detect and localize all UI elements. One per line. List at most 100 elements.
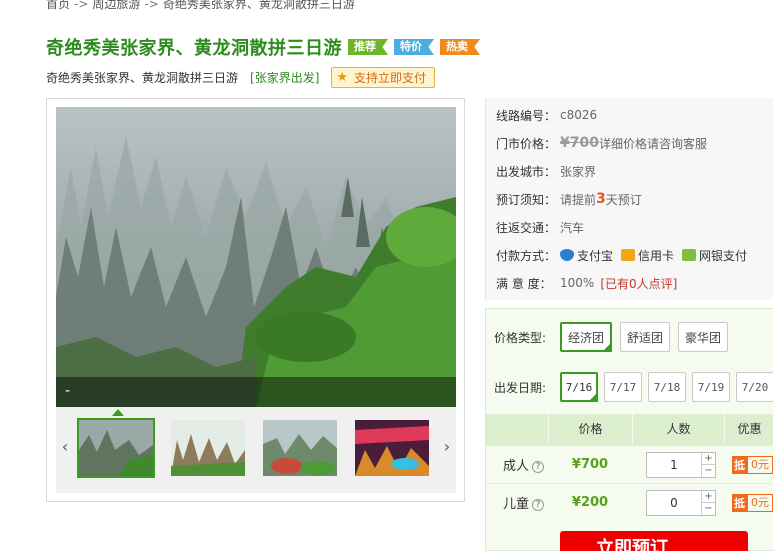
transport-value: 汽车	[560, 220, 585, 235]
route-number-value: c8026	[560, 108, 598, 122]
date-option[interactable]: 7/17	[604, 372, 642, 402]
booking-note-post: 天预订	[605, 192, 642, 207]
thumbnail-strip: ‹ ›	[56, 407, 456, 493]
title-row: 奇绝秀美张家界、黄龙洞散拼三日游 推荐 特价 热卖	[46, 36, 480, 59]
stepper-buttons: + −	[701, 490, 715, 515]
payment-alipay: 支付宝	[577, 248, 614, 263]
row-qty-cell: 1 + −	[632, 451, 724, 478]
row-price-cell: ¥700	[548, 457, 632, 472]
breadcrumb-category[interactable]: 周边旅游	[92, 0, 140, 11]
table-row: 儿童? ¥200 0 + − 抵 0元	[486, 483, 773, 521]
discount-badge: 抵 0元	[732, 455, 773, 474]
minus-icon[interactable]: −	[702, 502, 715, 515]
page-title: 奇绝秀美张家界、黄龙洞散拼三日游	[46, 38, 342, 59]
tag-recommended: 推荐	[348, 39, 388, 55]
alipay-shield-icon	[560, 249, 574, 261]
pay-now-badge: ★ 支持立即支付	[331, 66, 436, 88]
payment-row: 付款方式： 支付宝 信用卡 网银支付	[496, 245, 747, 265]
satisfaction-row: 满 意 度： 100% [已有0人点评]	[496, 273, 677, 293]
discount-value: 0元	[747, 493, 773, 512]
price-type-economy[interactable]: 经济团	[560, 322, 613, 352]
route-number-label: 线路编号：	[496, 108, 557, 123]
booking-note-row: 预订须知： 请提前 3 天预订	[496, 189, 642, 209]
plus-icon[interactable]: +	[702, 453, 715, 465]
child-quantity-stepper[interactable]: 0 + −	[646, 489, 716, 516]
date-option[interactable]: 7/18	[648, 372, 686, 402]
discount-badge: 抵 0元	[732, 493, 773, 512]
header-discount: 优惠	[724, 414, 773, 445]
booking-note-days: 3	[596, 191, 606, 207]
discount-value: 0元	[747, 455, 773, 474]
route-number-row: 线路编号： c8026	[496, 105, 597, 125]
market-price-note: 详细价格请咨询客服	[598, 136, 707, 151]
adult-price: ¥700	[571, 457, 609, 472]
plus-icon[interactable]: +	[702, 491, 715, 503]
price-type-row: 价格类型: 经济团 舒适团 豪华团	[494, 322, 736, 352]
from-city-row: 出发城市： 张家界	[496, 161, 596, 181]
thumbnail-image	[263, 420, 337, 476]
thumbnail-image	[355, 420, 429, 476]
prev-arrow-icon[interactable]: ‹	[58, 437, 72, 456]
thumbnail-image	[79, 420, 153, 476]
price-type-luxury[interactable]: 豪华团	[678, 322, 729, 352]
price-type-comfort[interactable]: 舒适团	[620, 322, 671, 352]
payment-label: 付款方式：	[496, 248, 557, 263]
help-icon[interactable]: ?	[532, 498, 544, 511]
pay-now-label: 支持立即支付	[354, 70, 427, 85]
table-row: 成人? ¥700 1 + − 抵 0元	[486, 445, 773, 483]
main-photo: -	[56, 107, 456, 407]
departure-date-row: 出发日期: 7/16 7/17 7/18 7/19 7/20	[494, 372, 773, 402]
thumbnail-3[interactable]	[261, 418, 339, 478]
active-thumb-pointer	[112, 409, 124, 416]
row-discount-cell: 抵 0元	[724, 493, 773, 512]
thumbnail-2[interactable]	[169, 418, 247, 478]
departure-date-label: 出发日期:	[494, 380, 547, 395]
stepper-buttons: + −	[701, 452, 715, 477]
tag-special-price: 特价	[394, 39, 434, 55]
thumbnail-image	[171, 420, 245, 476]
from-city-label: 出发城市：	[496, 164, 557, 179]
discount-tag: 抵	[732, 493, 747, 512]
row-discount-cell: 抵 0元	[724, 455, 773, 474]
market-price-label: 门市价格：	[496, 136, 557, 151]
adult-quantity-stepper[interactable]: 1 + −	[646, 451, 716, 478]
minus-icon[interactable]: −	[702, 464, 715, 477]
route-info-panel: 线路编号： c8026 门市价格： ¥700 详细价格请咨询客服 出发城市： 张…	[485, 98, 773, 300]
help-icon[interactable]: ?	[532, 460, 544, 473]
tag-hot-sale: 热卖	[440, 39, 480, 55]
row-type-cell: 儿童?	[486, 493, 548, 512]
booking-panel: 价格类型: 经济团 舒适团 豪华团 出发日期: 7/16 7/17 7/18 7…	[485, 308, 773, 551]
subtitle: 奇绝秀美张家界、黄龙洞散拼三日游	[46, 70, 239, 85]
breadcrumb-separator: ->	[144, 0, 159, 11]
departure-note: [张家界出发]	[250, 70, 320, 85]
child-price: ¥200	[571, 495, 609, 510]
date-option[interactable]: 7/16	[560, 372, 598, 402]
row-price-cell: ¥200	[548, 495, 632, 510]
review-count-link[interactable]: [已有0人点评]	[600, 275, 677, 292]
row-type-cell: 成人?	[486, 455, 548, 474]
payment-credit-card: 信用卡	[638, 248, 675, 263]
market-price-value: ¥700	[560, 135, 599, 151]
book-now-button[interactable]: 立即预订	[560, 531, 748, 551]
from-city-value: 张家界	[560, 164, 597, 179]
row-type-child: 儿童	[502, 497, 529, 512]
thumbnail-1[interactable]	[77, 418, 155, 478]
thumbnail-4[interactable]	[353, 418, 431, 478]
photo-caption: -	[56, 377, 456, 407]
payment-online-bank: 网银支付	[699, 248, 748, 263]
star-icon: ★	[336, 69, 349, 85]
date-option[interactable]: 7/19	[692, 372, 730, 402]
price-table-header: 价格 人数 优惠	[486, 414, 773, 445]
credit-card-icon	[621, 249, 636, 261]
adult-quantity-input[interactable]: 1	[647, 453, 701, 477]
breadcrumb-current: 奇绝秀美张家界、黄龙洞散拼三日游	[162, 0, 355, 11]
date-option[interactable]: 7/20	[736, 372, 773, 402]
breadcrumb-home[interactable]: 首页	[46, 0, 70, 11]
subtitle-row: 奇绝秀美张家界、黄龙洞散拼三日游 [张家界出发] ★ 支持立即支付	[46, 66, 436, 88]
price-table: 价格 人数 优惠 成人? ¥700 1 + − 抵 0元 儿童? ¥200 0 + −	[486, 414, 773, 521]
satisfaction-label: 满 意 度：	[496, 276, 552, 291]
child-quantity-input[interactable]: 0	[647, 491, 701, 515]
booking-note-label: 预订须知：	[496, 192, 557, 207]
discount-tag: 抵	[732, 455, 747, 474]
next-arrow-icon[interactable]: ›	[440, 437, 454, 456]
